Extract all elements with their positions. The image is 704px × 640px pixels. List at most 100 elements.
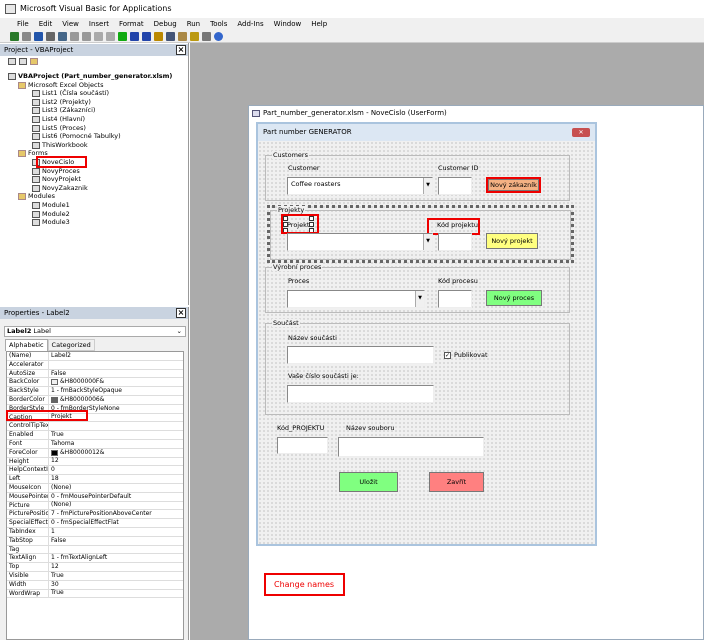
property-row[interactable]: ControlTipText [7, 422, 183, 432]
object-selector[interactable]: Label2 Label ⌄ [4, 326, 186, 337]
tab-categorized[interactable]: Categorized [47, 339, 95, 351]
property-value[interactable]: &H8000000F& [49, 378, 183, 386]
menu-insert[interactable]: Insert [84, 18, 114, 30]
property-row[interactable]: BackColor &H8000000F& [7, 378, 183, 388]
menu-edit[interactable]: Edit [34, 18, 58, 30]
close-button[interactable]: Zavřít [429, 472, 484, 492]
find-icon[interactable] [82, 31, 91, 41]
paste-icon[interactable] [70, 31, 79, 41]
part-name-input[interactable] [287, 346, 434, 364]
property-row[interactable]: Width 30 [7, 581, 183, 590]
undo-icon[interactable] [94, 31, 103, 41]
view-code-icon[interactable] [8, 58, 16, 65]
property-value[interactable] [49, 361, 183, 369]
property-row[interactable]: HelpContextID 0 [7, 466, 183, 476]
close-icon[interactable]: ✕ [572, 128, 590, 137]
property-row[interactable]: Height 12 [7, 457, 183, 467]
property-value[interactable]: (None) [49, 501, 183, 510]
dropdown-arrow-icon[interactable]: ▼ [423, 234, 432, 250]
property-row[interactable]: SpecialEffect 0 - fmSpecialEffectFlat [7, 519, 183, 528]
design-mode-icon[interactable] [154, 31, 163, 41]
tab-alphabetic[interactable]: Alphabetic [5, 339, 48, 351]
property-row[interactable]: Accelerator [7, 360, 183, 370]
property-row[interactable]: PicturePosition 7 - fmPicturePositionAbov… [7, 510, 183, 520]
property-row[interactable]: Enabled True [7, 431, 183, 440]
toggle-folders-icon[interactable] [30, 58, 38, 65]
toolbox-icon[interactable] [202, 31, 211, 41]
property-row[interactable]: Left 18 [7, 475, 183, 484]
property-row[interactable]: Top 12 [7, 563, 183, 572]
new-process-button[interactable]: Nový proces [486, 290, 542, 306]
menu-view[interactable]: View [57, 18, 84, 30]
property-row[interactable]: MouseIcon (None) [7, 484, 183, 493]
save-button[interactable]: Uložit [339, 472, 398, 492]
property-value[interactable]: 1 [49, 528, 183, 536]
project-code-input[interactable] [438, 233, 472, 251]
menu-window[interactable]: Window [269, 18, 307, 30]
property-value[interactable]: &H80000006& [49, 396, 183, 404]
property-value[interactable]: 12 [49, 563, 183, 571]
object-browser-icon[interactable] [190, 31, 199, 41]
properties-icon[interactable] [178, 31, 187, 41]
property-value[interactable]: 1 - fmBackStyleOpaque [49, 387, 183, 395]
property-value[interactable]: 0 - fmMousePointerDefault [49, 493, 183, 501]
new-project-button[interactable]: Nový projekt [486, 233, 538, 249]
reset-icon[interactable] [142, 31, 151, 41]
property-row[interactable]: MousePointer 0 - fmMousePointerDefault [7, 493, 183, 502]
property-value[interactable]: &H80000012& [49, 449, 183, 457]
property-value[interactable]: 0 - fmSpecialEffectFlat [49, 519, 183, 527]
property-row[interactable]: WordWrap True [7, 589, 183, 599]
property-value[interactable]: 30 [49, 581, 183, 589]
property-row[interactable]: BorderColor &H80000006& [7, 396, 183, 405]
tree-item-module[interactable]: Module3 [32, 218, 70, 227]
close-icon[interactable]: × [176, 308, 186, 318]
property-row[interactable]: TabIndex 1 [7, 528, 183, 537]
menu-debug[interactable]: Debug [149, 18, 182, 30]
property-value[interactable]: 18 [49, 475, 183, 483]
excel-icon[interactable] [10, 31, 19, 41]
menu-help[interactable]: Help [306, 18, 332, 30]
menu-add-ins[interactable]: Add-Ins [232, 18, 268, 30]
property-value[interactable]: False [49, 537, 183, 545]
menu-tools[interactable]: Tools [205, 18, 232, 30]
insert-userform-icon[interactable] [22, 31, 31, 41]
file-name-input[interactable] [338, 437, 484, 457]
property-row[interactable]: BackStyle 1 - fmBackStyleOpaque [7, 387, 183, 396]
copy-icon[interactable] [58, 31, 67, 41]
dropdown-arrow-icon[interactable]: ▼ [423, 178, 432, 194]
property-value[interactable]: 0 [49, 466, 183, 474]
menu-run[interactable]: Run [182, 18, 205, 30]
redo-icon[interactable] [106, 31, 115, 41]
publish-checkbox[interactable]: ✓ Publikovat [444, 351, 488, 359]
property-row[interactable]: Tag [7, 545, 183, 555]
chevron-down-icon[interactable]: ⌄ [177, 327, 182, 336]
close-icon[interactable]: × [176, 45, 186, 55]
checkbox-checked-icon[interactable]: ✓ [444, 351, 451, 359]
property-row[interactable]: AutoSize False [7, 370, 183, 379]
property-value[interactable]: 1 - fmTextAlignLeft [49, 554, 183, 562]
property-row[interactable]: ForeColor &H80000012& [7, 449, 183, 458]
property-row[interactable]: TextAlign 1 - fmTextAlignLeft [7, 554, 183, 564]
project-explorer-icon[interactable] [166, 31, 175, 41]
property-value[interactable]: 12 [49, 457, 183, 466]
customer-id-input[interactable] [438, 177, 472, 195]
cut-icon[interactable] [46, 31, 55, 41]
property-row[interactable]: TabStop False [7, 537, 183, 546]
property-value[interactable]: False [49, 370, 183, 378]
menu-file[interactable]: File [12, 18, 34, 30]
property-value[interactable]: True [49, 589, 183, 598]
property-row[interactable]: (Name) Label2 [7, 352, 183, 361]
project-code-field[interactable] [277, 437, 328, 454]
property-row[interactable]: Font Tahoma [7, 440, 183, 449]
process-code-input[interactable] [438, 290, 472, 308]
part-number-output[interactable] [287, 385, 434, 403]
customer-combobox[interactable]: Coffee roasters ▼ [287, 177, 433, 195]
property-value[interactable]: Label2 [49, 352, 183, 360]
property-value[interactable]: 7 - fmPicturePositionAboveCenter [49, 510, 183, 518]
dropdown-arrow-icon[interactable]: ▼ [415, 291, 424, 307]
save-icon[interactable] [34, 31, 43, 41]
property-value[interactable] [49, 546, 183, 554]
property-row[interactable]: Visible True [7, 572, 183, 581]
property-row[interactable]: Picture (None) [7, 501, 183, 511]
property-value[interactable] [49, 422, 183, 430]
